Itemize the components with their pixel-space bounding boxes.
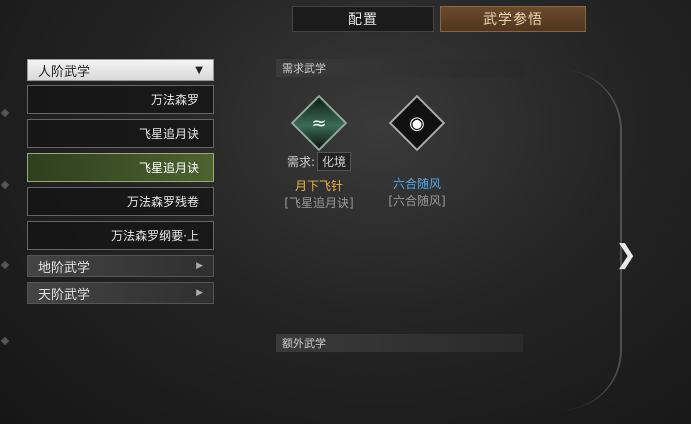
list-item[interactable]: 万法森罗 <box>27 85 214 114</box>
edge-marker <box>0 108 10 118</box>
triangle-right-icon: ▶ <box>196 261 203 271</box>
requirement-label: 需求: <box>286 155 316 169</box>
list-item-selected[interactable]: 飞星追月诀 <box>27 153 214 182</box>
category-label: 地阶武学 <box>38 260 91 276</box>
tier-dropdown-label: 人阶武学 <box>38 64 91 80</box>
next-page-arrow-icon[interactable]: ❯ <box>615 240 637 270</box>
skill-card[interactable]: ◉ 六合随风 [六合随风] <box>372 94 462 209</box>
skill-name: 六合随风 <box>392 177 441 191</box>
tab-config[interactable]: 配置 <box>292 6 434 32</box>
martial-list-panel: 人阶武学 ▼ 万法森罗 飞星追月诀 飞星追月诀 万法森罗残卷 万法森罗纲要·上 … <box>27 59 214 309</box>
category-label: 天阶武学 <box>38 287 91 303</box>
requirement: 需求: 化境 <box>286 152 352 171</box>
category-earth-tier[interactable]: 地阶武学 ▶ <box>27 255 214 277</box>
skill-source: [飞星追月诀] <box>284 196 354 210</box>
list-item[interactable]: 飞星追月诀 <box>27 119 214 148</box>
triangle-down-icon: ▼ <box>195 64 203 76</box>
decorative-curve <box>560 70 622 410</box>
tab-bar: 配置 武学参悟 <box>292 6 586 32</box>
skill-source: [六合随风] <box>388 194 446 208</box>
requirement-value: 化境 <box>317 152 352 171</box>
edge-marker <box>0 336 10 346</box>
section-extra-header: 额外武学 <box>276 334 523 352</box>
list-item[interactable]: 万法森罗残卷 <box>27 187 214 216</box>
tab-martial-study[interactable]: 武学参悟 <box>440 6 586 32</box>
section-required-header: 需求武学 <box>276 59 523 77</box>
edge-marker <box>0 260 10 270</box>
tier-dropdown[interactable]: 人阶武学 ▼ <box>27 59 214 81</box>
sitting-figure-icon: ◉ <box>388 94 446 152</box>
edge-marker <box>0 180 10 190</box>
skill-card[interactable]: ≈ 需求: 化境 月下飞针 [飞星追月诀] <box>274 94 364 211</box>
martial-sub-list: 万法森罗 飞星追月诀 飞星追月诀 万法森罗残卷 万法森罗纲要·上 <box>27 85 214 250</box>
triangle-right-icon: ▶ <box>196 288 203 298</box>
category-heaven-tier[interactable]: 天阶武学 ▶ <box>27 282 214 304</box>
jade-scroll-icon: ≈ <box>290 94 348 152</box>
skill-name: 月下飞针 <box>294 179 343 193</box>
list-item[interactable]: 万法森罗纲要·上 <box>27 221 214 250</box>
